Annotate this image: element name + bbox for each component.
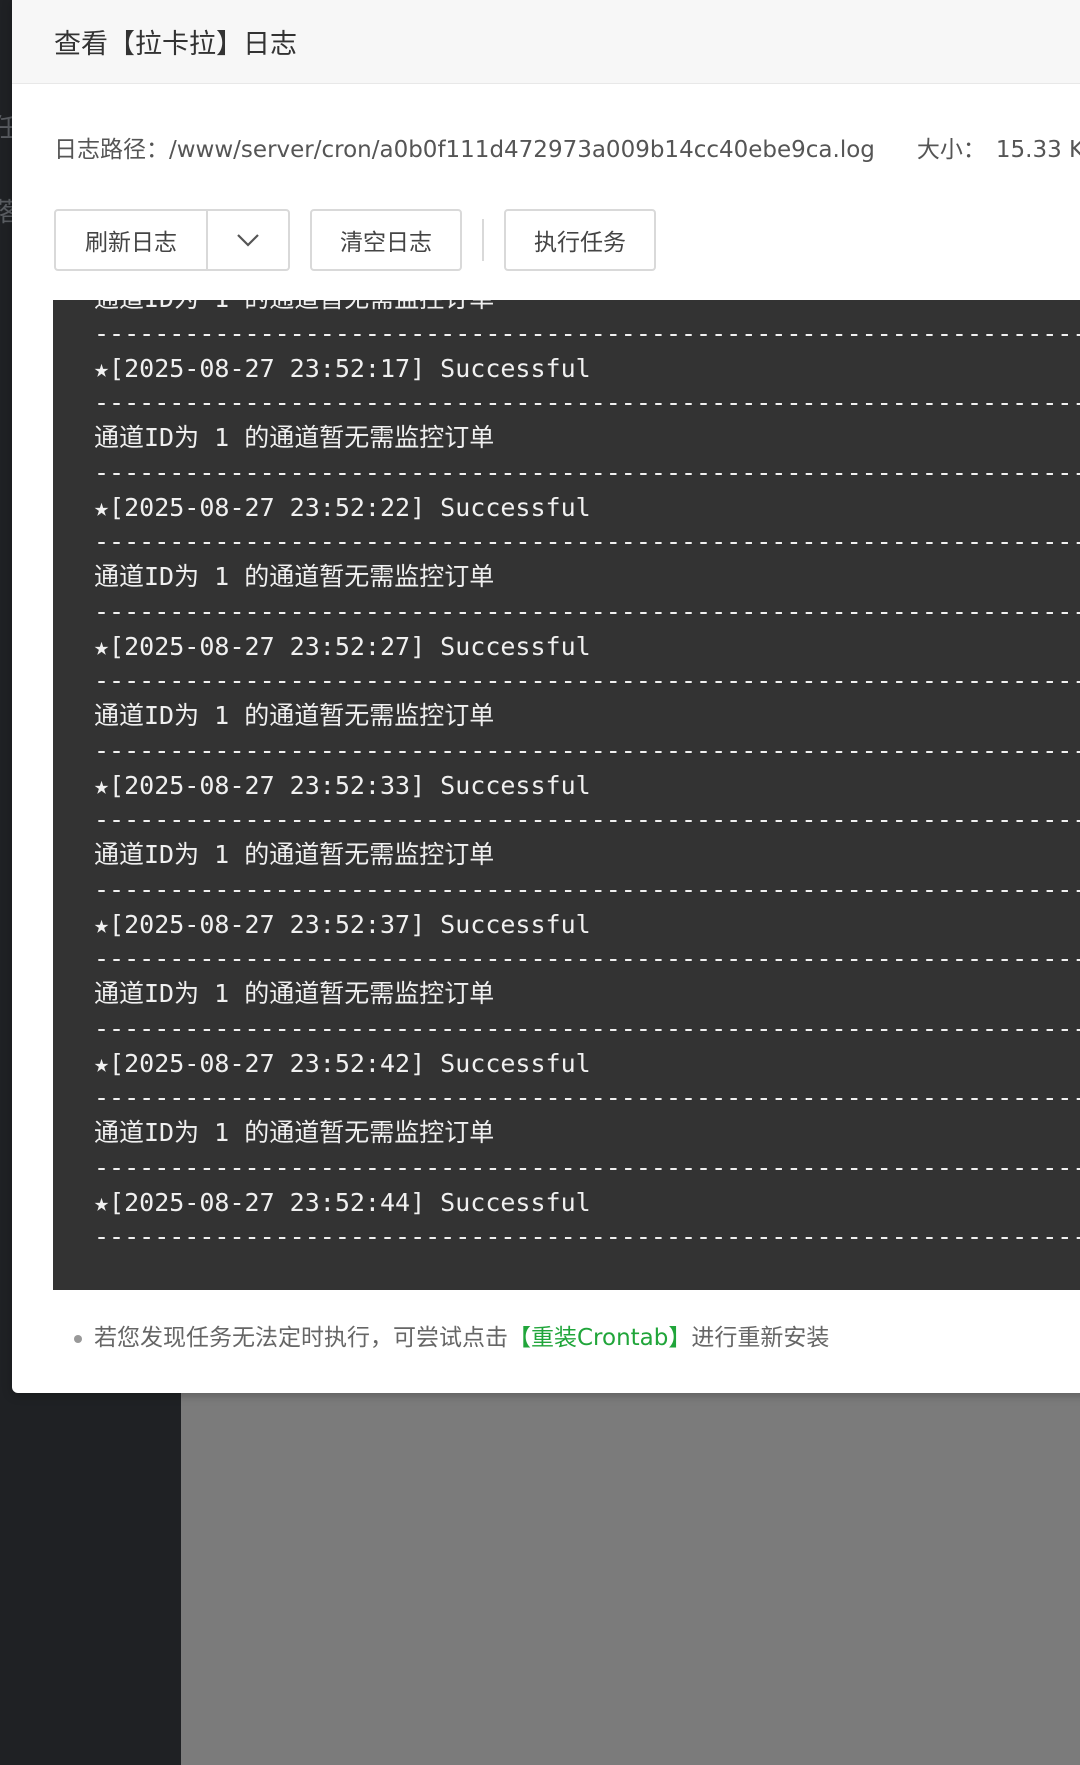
log-line: ----------------------------------------… — [94, 1222, 1080, 1252]
log-line: ----------------------------------------… — [94, 318, 1080, 348]
tip-text: 若您发现任务无法定时执行，可尝试点击 — [94, 1325, 508, 1351]
log-line: ----------------------------------------… — [94, 735, 1080, 765]
log-line: ----------------------------------------… — [94, 666, 1080, 696]
log-line: ----------------------------------------… — [94, 944, 1080, 974]
log-path-row: 日志路径：/www/server/cron/a0b0f111d472973a00… — [54, 130, 1080, 164]
chevron-down-icon — [237, 234, 259, 247]
tip-suffix: 进行重新安装 — [691, 1325, 830, 1351]
log-line: 通道ID为 1 的通道暂无需监控订单 — [94, 840, 495, 869]
log-line: ----------------------------------------… — [94, 596, 1080, 626]
path-label: 日志路径： — [54, 137, 169, 163]
log-line: ----------------------------------------… — [94, 1152, 1080, 1182]
log-line: ----------------------------------------… — [94, 527, 1080, 557]
log-line: 通道ID为 1 的通道暂无需监控订单 — [94, 300, 1080, 317]
log-line: 通道ID为 1 的通道暂无需监控订单 — [94, 423, 495, 452]
log-dialog: 查看【拉卡拉】日志 日志路径：/www/server/cron/a0b0f111… — [12, 0, 1080, 1393]
size-label: 大小： — [916, 137, 986, 163]
log-line: 通道ID为 1 的通道暂无需监控订单 — [94, 979, 495, 1008]
toolbar: 刷新日志 清空日志 执行任务 — [54, 209, 656, 271]
clear-log-button[interactable]: 清空日志 — [310, 209, 462, 271]
log-line: ★[2025-08-27 23:52:44] Successful — [94, 1187, 591, 1217]
log-line: 通道ID为 1 的通道暂无需监控订单 — [94, 701, 495, 730]
log-line: ----------------------------------------… — [94, 1013, 1080, 1043]
bullet-dot — [74, 1334, 82, 1343]
log-output[interactable]: 通道ID为 1 的通道暂无需监控订单----------------------… — [53, 300, 1080, 1290]
log-line: ----------------------------------------… — [94, 1083, 1080, 1113]
tip-row: 若您发现任务无法定时执行，可尝试点击【重装Crontab】进行重新安装 — [74, 1318, 829, 1352]
toolbar-divider — [482, 219, 484, 261]
log-line: ★[2025-08-27 23:52:33] Successful — [94, 770, 591, 800]
size-value: 15.33 KB — [995, 137, 1080, 163]
log-content: 通道ID为 1 的通道暂无需监控订单----------------------… — [94, 300, 1080, 1255]
log-line: ----------------------------------------… — [94, 457, 1080, 487]
refresh-split-button: 刷新日志 — [54, 209, 290, 271]
log-line: ----------------------------------------… — [94, 874, 1080, 904]
log-line: ★[2025-08-27 23:52:22] Successful — [94, 492, 591, 522]
log-line: ----------------------------------------… — [94, 388, 1080, 418]
refresh-log-button[interactable]: 刷新日志 — [56, 211, 208, 269]
log-line: ★[2025-08-27 23:52:37] Successful — [94, 909, 591, 939]
refresh-dropdown-toggle[interactable] — [208, 211, 288, 269]
dialog-header: 查看【拉卡拉】日志 — [12, 0, 1080, 84]
reinstall-crontab-link[interactable]: 【重装Crontab】 — [508, 1325, 691, 1351]
log-line: 通道ID为 1 的通道暂无需监控订单 — [94, 1118, 495, 1147]
path-value: /www/server/cron/a0b0f111d472973a009b14c… — [169, 137, 875, 163]
log-line: ★[2025-08-27 23:52:17] Successful — [94, 353, 591, 383]
log-line: ----------------------------------------… — [94, 805, 1080, 835]
dialog-title: 查看【拉卡拉】日志 — [54, 29, 297, 60]
log-line: 通道ID为 1 的通道暂无需监控订单 — [94, 562, 495, 591]
log-line: ★[2025-08-27 23:52:42] Successful — [94, 1048, 591, 1078]
log-line: ★[2025-08-27 23:52:27] Successful — [94, 631, 591, 661]
run-task-button[interactable]: 执行任务 — [504, 209, 656, 271]
